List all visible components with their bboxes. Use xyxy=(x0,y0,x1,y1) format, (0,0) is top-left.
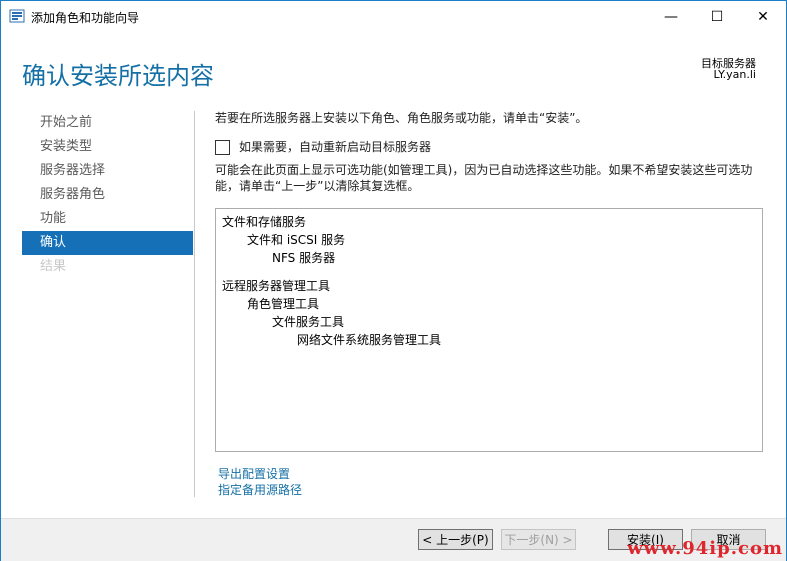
server-manager-icon xyxy=(9,9,25,23)
selections-list[interactable]: 文件和存储服务 文件和 iSCSI 服务 NFS 服务器 远程服务器管理工具 角… xyxy=(215,208,763,452)
close-icon: ✕ xyxy=(757,8,769,25)
list-item: 网络文件系统服务管理工具 xyxy=(297,333,442,347)
list-item: NFS 服务器 xyxy=(272,251,336,265)
page-title: 确认安装所选内容 xyxy=(22,62,214,90)
destination-server-value: LY.yan.li xyxy=(713,68,757,81)
previous-button[interactable]: < 上一步(P) xyxy=(418,529,493,550)
close-button[interactable]: ✕ xyxy=(740,1,786,32)
intro-text: 若要在所选服务器上安装以下角色、角色服务或功能，请单击“安装”。 xyxy=(215,111,588,125)
restart-checkbox-label[interactable]: 如果需要，自动重新启动目标服务器 xyxy=(239,138,431,155)
nav-item-features[interactable]: 功能 xyxy=(22,207,193,231)
list-item: 文件和 iSCSI 服务 xyxy=(247,233,346,247)
minimize-icon: — xyxy=(664,8,678,25)
list-item: 文件服务工具 xyxy=(272,315,345,329)
page-header: 确认安装所选内容 目标服务器 LY.yan.li xyxy=(1,32,786,100)
title-bar[interactable]: 添加角色和功能向导 — ☐ ✕ xyxy=(1,1,786,32)
nav-divider xyxy=(194,111,195,497)
list-item: 文件和存储服务 xyxy=(222,215,307,229)
wizard-nav: 开始之前 安装类型 服务器选择 服务器角色 功能 确认 结果 xyxy=(22,111,193,279)
nav-item-results: 结果 xyxy=(40,259,67,274)
nav-item-confirmation[interactable]: 确认 xyxy=(22,231,193,255)
nav-item-server-selection[interactable]: 服务器选择 xyxy=(22,159,193,183)
list-item: 角色管理工具 xyxy=(247,297,320,311)
window-title: 添加角色和功能向导 xyxy=(31,11,140,25)
maximize-icon: ☐ xyxy=(710,8,724,25)
export-settings-link[interactable]: 导出配置设置 xyxy=(218,466,302,482)
minimize-button[interactable]: — xyxy=(648,1,694,32)
nav-item-installation-type[interactable]: 安装类型 xyxy=(22,135,193,159)
next-button: 下一步(N) > xyxy=(501,529,576,550)
list-item: 远程服务器管理工具 xyxy=(222,279,331,293)
alternate-source-link[interactable]: 指定备用源路径 xyxy=(218,482,302,498)
watermark: www.94ip.com xyxy=(627,538,783,559)
restart-checkbox[interactable] xyxy=(215,140,230,155)
nav-item-server-roles[interactable]: 服务器角色 xyxy=(22,183,193,207)
wizard-window: 添加角色和功能向导 — ☐ ✕ 确认安装所选内容 目标服务器 LY.yan.li… xyxy=(0,0,787,561)
nav-item-before-you-begin[interactable]: 开始之前 xyxy=(22,111,193,135)
action-links: 导出配置设置 指定备用源路径 xyxy=(218,466,302,498)
optional-features-note: 可能会在此页面上显示可选功能(如管理工具)，因为已自动选择这些功能。如果不希望安… xyxy=(215,163,753,193)
maximize-button[interactable]: ☐ xyxy=(694,1,740,32)
